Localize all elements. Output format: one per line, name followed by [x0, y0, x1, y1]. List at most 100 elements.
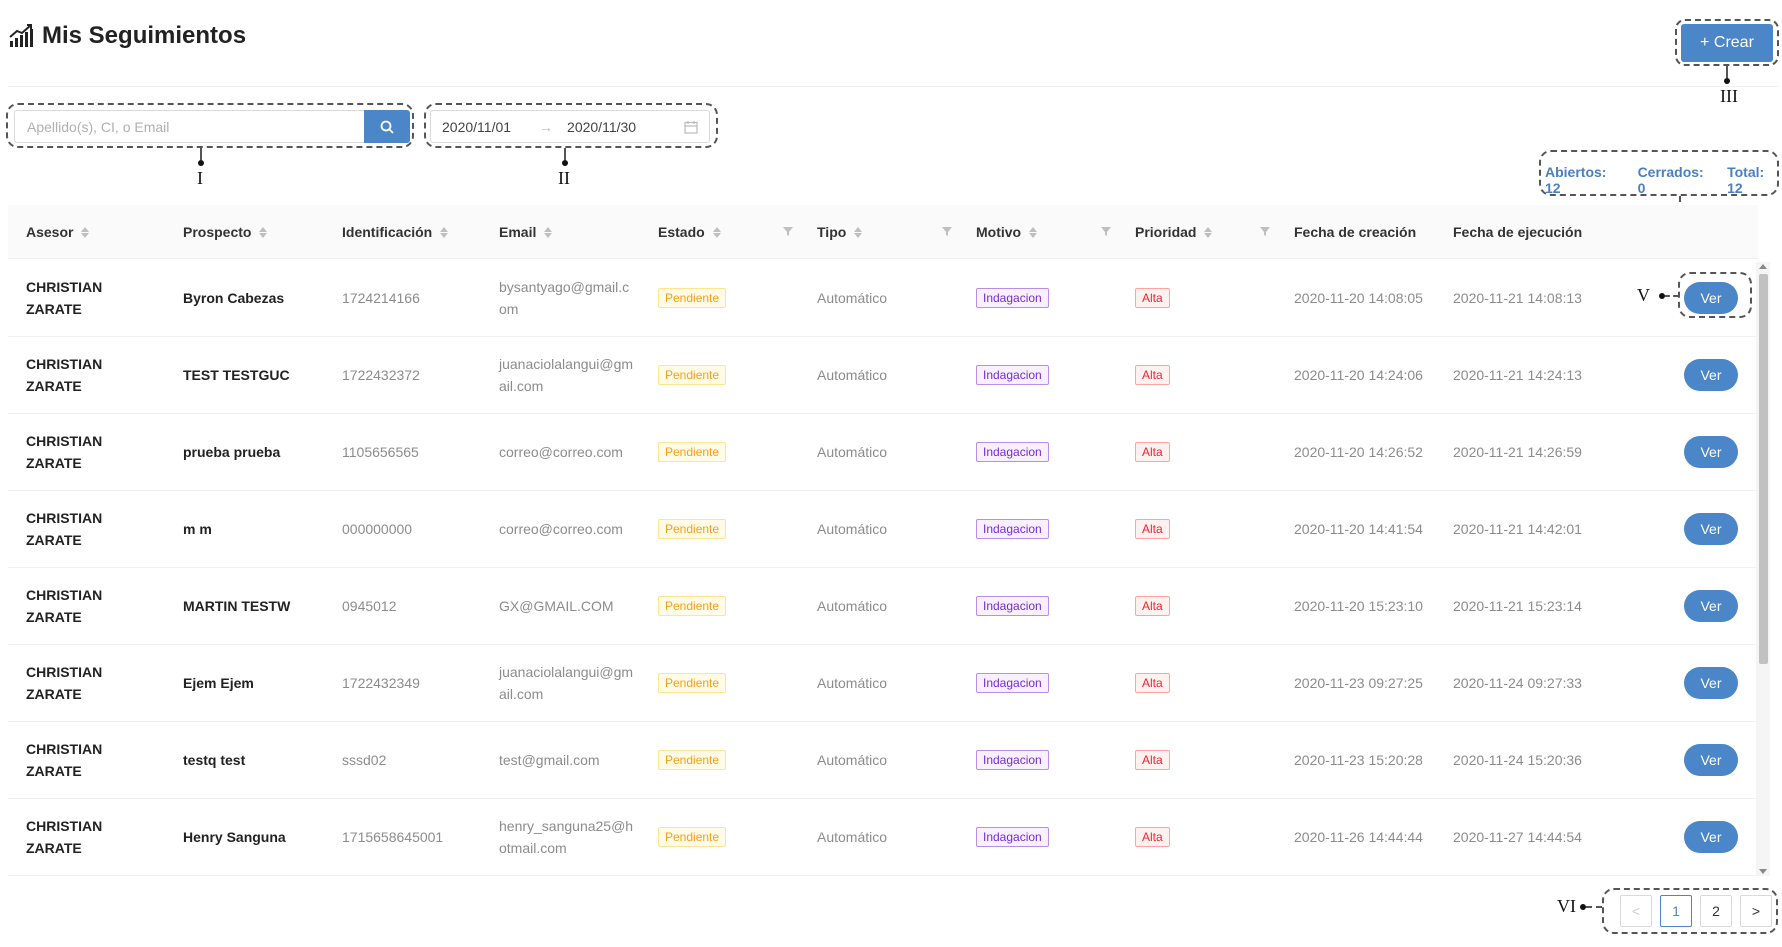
scrollbar-thumb[interactable]	[1759, 274, 1768, 664]
ver-button[interactable]: Ver	[1684, 744, 1738, 776]
scroll-down-arrow-icon[interactable]	[1759, 869, 1767, 874]
column-header-asesor[interactable]: Asesor	[26, 205, 90, 259]
cell-fecha-ejecucion: 2020-11-21 15:23:14	[1453, 598, 1582, 614]
pagination-page-1[interactable]: 1	[1660, 895, 1692, 927]
cell-prospecto: Ejem Ejem	[183, 675, 254, 691]
table-row: CHRISTIAN ZARATE TEST TESTGUC 1722432372 ju…	[8, 337, 1758, 414]
ver-button[interactable]: Ver	[1684, 359, 1738, 391]
cell-motivo: Indagacion	[976, 491, 1049, 567]
sort-icon[interactable]	[259, 226, 268, 238]
ver-button[interactable]: Ver	[1684, 590, 1738, 622]
column-header-fecha-ejecucion: Fecha de ejecución	[1453, 224, 1583, 240]
pagination-page-2[interactable]: 2	[1700, 895, 1732, 927]
table-scrollbar[interactable]	[1756, 262, 1770, 876]
table-row: CHRISTIAN ZARATE m m 000000000 correo@corre…	[8, 491, 1758, 568]
cell-action: Ver	[1684, 414, 1738, 490]
count-cerrados: Cerrados: 0	[1637, 164, 1704, 196]
scroll-up-arrow-icon[interactable]	[1759, 264, 1767, 269]
pagination-next-button[interactable]: >	[1740, 895, 1772, 927]
calendar-icon	[684, 120, 698, 134]
cell-fecha-creacion: 2020-11-20 14:08:05	[1294, 290, 1423, 306]
table-header: Asesor Prospecto Identificación Email Es…	[8, 205, 1758, 259]
cell-identificacion: 1724214166	[342, 290, 420, 306]
sort-icon[interactable]	[1204, 226, 1213, 238]
create-button[interactable]: + Crear	[1681, 24, 1773, 62]
date-range-end[interactable]: 2020/11/30	[567, 119, 636, 135]
sort-icon[interactable]	[81, 226, 90, 238]
cell-prioridad: Alta	[1135, 799, 1170, 875]
filter-icon[interactable]	[1100, 225, 1112, 237]
cell-tipo: Automático	[817, 598, 888, 614]
sort-icon[interactable]	[1029, 226, 1038, 238]
search-input[interactable]	[14, 110, 364, 143]
cell-fecha-creacion: 2020-11-26 14:44:44	[1294, 829, 1423, 845]
priority-badge: Alta	[1135, 442, 1170, 462]
cell-tipo: Automático	[817, 675, 888, 691]
date-range-picker[interactable]: 2020/11/01 → 2020/11/30	[430, 110, 710, 143]
ver-button[interactable]: Ver	[1684, 436, 1738, 468]
date-range-separator: →	[539, 118, 554, 135]
pagination-prev-button[interactable]: <	[1620, 895, 1652, 927]
motivo-badge: Indagacion	[976, 750, 1049, 770]
cell-motivo: Indagacion	[976, 414, 1049, 490]
cell-action: Ver	[1684, 799, 1738, 875]
sort-icon[interactable]	[440, 226, 449, 238]
page-header: Mis Seguimientos	[8, 22, 246, 50]
filter-icon[interactable]	[782, 225, 794, 237]
status-badge: Pendiente	[658, 673, 727, 693]
cell-prioridad: Alta	[1135, 722, 1170, 798]
cell-asesor: CHRISTIAN ZARATE	[26, 510, 103, 548]
filter-icon[interactable]	[1259, 225, 1271, 237]
cell-motivo: Indagacion	[976, 260, 1049, 336]
column-header-motivo[interactable]: Motivo	[976, 205, 1038, 259]
cell-fecha-creacion: 2020-11-20 14:41:54	[1294, 521, 1423, 537]
cell-estado: Pendiente	[658, 722, 727, 798]
sort-icon[interactable]	[712, 226, 721, 238]
cell-identificacion: 1722432372	[342, 367, 420, 383]
status-badge: Pendiente	[658, 750, 727, 770]
cell-prospecto: Henry Sanguna	[183, 829, 286, 845]
cell-identificacion: 1105656565	[342, 444, 419, 460]
date-range-start[interactable]: 2020/11/01	[442, 119, 511, 135]
cell-fecha-creacion: 2020-11-20 15:23:10	[1294, 598, 1423, 614]
cell-fecha-creacion: 2020-11-20 14:24:06	[1294, 367, 1423, 383]
cell-prioridad: Alta	[1135, 645, 1170, 721]
column-header-prospecto[interactable]: Prospecto	[183, 205, 268, 259]
motivo-badge: Indagacion	[976, 365, 1049, 385]
callout-box-v	[1678, 272, 1752, 318]
cell-prioridad: Alta	[1135, 414, 1170, 490]
cell-action: Ver	[1684, 722, 1738, 798]
priority-badge: Alta	[1135, 673, 1170, 693]
filter-icon[interactable]	[941, 225, 953, 237]
cell-action: Ver	[1684, 491, 1738, 567]
priority-badge: Alta	[1135, 288, 1170, 308]
cell-prospecto: Byron Cabezas	[183, 290, 285, 306]
search-button[interactable]	[364, 110, 410, 143]
cell-asesor: CHRISTIAN ZARATE	[26, 433, 103, 471]
cell-tipo: Automático	[817, 521, 888, 537]
pagination: < 1 2 >	[1620, 895, 1772, 927]
cell-fecha-ejecucion: 2020-11-21 14:42:01	[1453, 521, 1582, 537]
column-header-email[interactable]: Email	[499, 205, 553, 259]
column-header-estado[interactable]: Estado	[658, 205, 721, 259]
status-badge: Pendiente	[658, 365, 727, 385]
sort-icon[interactable]	[544, 226, 553, 238]
cell-email: test@gmail.com	[499, 752, 600, 768]
ver-button[interactable]: Ver	[1684, 821, 1738, 853]
cell-email: henry_sanguna25@hotmail.com	[499, 818, 634, 856]
cell-identificacion: 0945012	[342, 598, 397, 614]
table-row: CHRISTIAN ZARATE testq test sssd02 test@gma…	[8, 722, 1758, 799]
sort-icon[interactable]	[854, 226, 863, 238]
ver-button[interactable]: Ver	[1684, 513, 1738, 545]
priority-badge: Alta	[1135, 519, 1170, 539]
column-header-tipo[interactable]: Tipo	[817, 205, 863, 259]
column-header-identificacion[interactable]: Identificación	[342, 205, 449, 259]
cell-asesor: CHRISTIAN ZARATE	[26, 587, 103, 625]
ver-button[interactable]: Ver	[1684, 667, 1738, 699]
count-abiertos: Abiertos: 12	[1545, 164, 1607, 196]
cell-estado: Pendiente	[658, 568, 727, 644]
callout-line-ii	[564, 148, 566, 160]
cell-fecha-creacion: 2020-11-20 14:26:52	[1294, 444, 1423, 460]
column-header-prioridad[interactable]: Prioridad	[1135, 205, 1213, 259]
page-title: Mis Seguimientos	[42, 22, 247, 49]
